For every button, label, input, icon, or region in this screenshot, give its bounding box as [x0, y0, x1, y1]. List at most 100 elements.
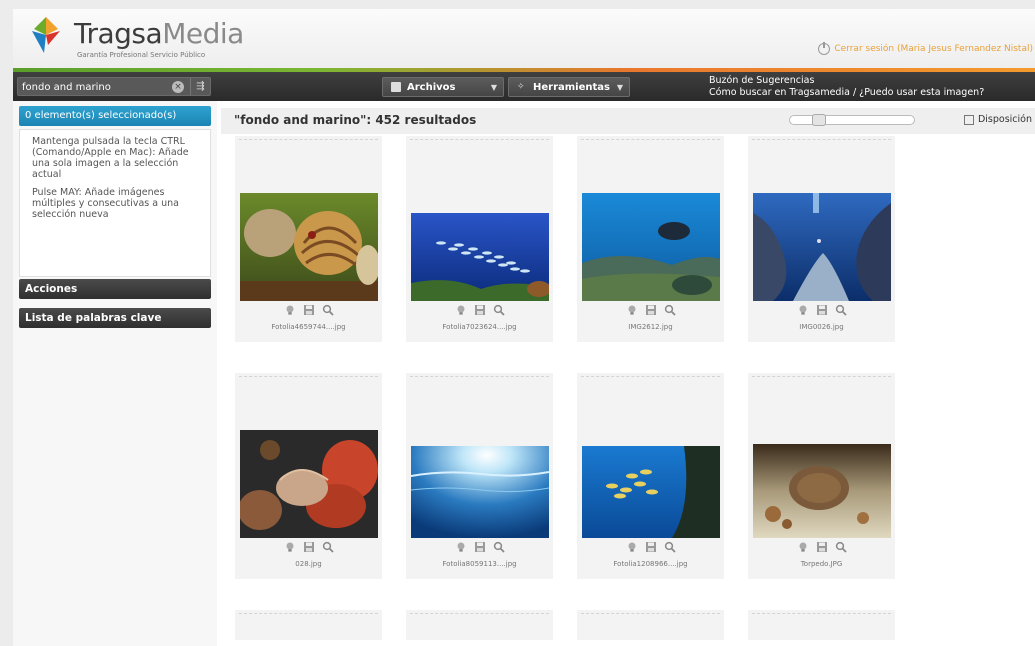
chevron-down-icon: ▼: [490, 83, 497, 92]
save-icon[interactable]: [645, 304, 657, 316]
zoom-icon[interactable]: [664, 541, 676, 553]
help-ctrl-text: Mantenga pulsada la tecla CTRL (Comando/…: [32, 136, 189, 180]
lightbulb-icon[interactable]: [455, 304, 467, 316]
card-actions: [748, 541, 895, 555]
results-title: "fondo and marino": 452 resultados: [234, 113, 477, 127]
result-card[interactable]: Fotolia7023624....jpg: [406, 136, 553, 342]
lightbulb-icon[interactable]: [797, 541, 809, 553]
results-header: "fondo and marino": 452 resultados Dispo…: [221, 108, 1035, 134]
result-card[interactable]: Fotolia1208966....jpg: [577, 373, 724, 579]
result-thumbnail[interactable]: [411, 213, 549, 301]
brand-name-part1: Tragsa: [74, 17, 163, 50]
card-actions: [577, 541, 724, 555]
tragsa-logo-icon: [32, 17, 60, 53]
save-icon[interactable]: [303, 541, 315, 553]
result-card[interactable]: IMG0026.jpg: [748, 136, 895, 342]
selection-count-badge[interactable]: 0 elemento(s) seleccionado(s): [19, 106, 211, 126]
result-card-placeholder[interactable]: [577, 610, 724, 640]
logout-link[interactable]: Cerrar sesión (Maria Jesus Fernandez Nis…: [818, 42, 1033, 55]
lightbulb-icon[interactable]: [284, 541, 296, 553]
file-icon: [391, 82, 401, 92]
zoom-icon[interactable]: [493, 541, 505, 553]
result-card-placeholder[interactable]: [235, 610, 382, 640]
lightbulb-icon[interactable]: [626, 541, 638, 553]
card-actions: [235, 304, 382, 318]
actions-panel-button[interactable]: Acciones: [19, 279, 211, 299]
save-icon[interactable]: [645, 541, 657, 553]
save-icon[interactable]: [816, 541, 828, 553]
layout-button[interactable]: Disposición: [963, 114, 1032, 125]
search-help-link[interactable]: Cómo buscar en Tragsamedia: [709, 87, 850, 98]
image-usage-link[interactable]: ¿Puedo usar esta imagen?: [859, 87, 984, 98]
result-thumbnail[interactable]: [582, 193, 720, 301]
top-toolbar: × ⇶ Archivos ▼ ✧ Herramientas ▼ Buzón de…: [13, 72, 1035, 101]
link-separator: /: [849, 87, 860, 98]
brand-name[interactable]: TragsaMedia: [74, 19, 244, 49]
result-filename: Fotolia8059113....jpg: [442, 560, 517, 568]
logout-text: Cerrar sesión (Maria Jesus Fernandez Nis…: [834, 44, 1033, 54]
herramientas-label: Herramientas: [533, 81, 610, 93]
tools-icon: ✧: [517, 82, 525, 92]
result-card[interactable]: Fotolia8059113....jpg: [406, 373, 553, 579]
result-card[interactable]: 028.jpg: [235, 373, 382, 579]
keywords-panel-button[interactable]: Lista de palabras clave: [19, 308, 211, 328]
lightbulb-icon[interactable]: [455, 541, 467, 553]
zoom-icon[interactable]: [493, 304, 505, 316]
result-filename: IMG0026.jpg: [799, 323, 844, 331]
lightbulb-icon[interactable]: [797, 304, 809, 316]
herramientas-menu-button[interactable]: ✧ Herramientas ▼: [508, 77, 630, 97]
results-grid: Fotolia4659744....jpg Fotolia7023624....j…: [235, 136, 1035, 646]
chevron-down-icon: ▼: [616, 83, 623, 92]
save-icon[interactable]: [474, 304, 486, 316]
lightbulb-icon[interactable]: [626, 304, 638, 316]
result-filename: Fotolia1208966....jpg: [613, 560, 688, 568]
result-thumbnail[interactable]: [753, 193, 891, 301]
card-actions: [235, 541, 382, 555]
result-card-placeholder[interactable]: [406, 610, 553, 640]
card-actions: [577, 304, 724, 318]
layout-label: Disposición: [977, 114, 1032, 125]
archivos-label: Archivos: [407, 81, 456, 93]
zoom-icon[interactable]: [664, 304, 676, 316]
thumbnail-size-slider[interactable]: [789, 114, 915, 126]
search-input[interactable]: [22, 80, 162, 94]
layout-icon: [963, 114, 974, 125]
zoom-icon[interactable]: [835, 304, 847, 316]
result-filename: Fotolia4659744....jpg: [271, 323, 346, 331]
slider-handle[interactable]: [812, 114, 826, 126]
result-card-placeholder[interactable]: [748, 610, 895, 640]
save-icon[interactable]: [303, 304, 315, 316]
help-shift-text: Pulse MAY: Añade imágenes múltiples y co…: [32, 187, 179, 220]
result-filename: Fotolia7023624....jpg: [442, 323, 517, 331]
result-thumbnail[interactable]: [411, 446, 549, 538]
result-filename: Torpedo.JPG: [800, 560, 843, 568]
header: TragsaMedia Garantía Profesional Servici…: [13, 9, 1035, 68]
result-card[interactable]: IMG2612.jpg: [577, 136, 724, 342]
lightbulb-icon[interactable]: [284, 304, 296, 316]
result-thumbnail[interactable]: [240, 193, 378, 301]
app-window: TragsaMedia Garantía Profesional Servici…: [13, 9, 1035, 646]
result-filename: 028.jpg: [295, 560, 322, 568]
result-card[interactable]: Fotolia4659744....jpg: [235, 136, 382, 342]
search-submit-icon[interactable]: ⇶: [190, 78, 210, 95]
result-card[interactable]: Torpedo.JPG: [748, 373, 895, 579]
archivos-menu-button[interactable]: Archivos ▼: [382, 77, 504, 97]
card-actions: [748, 304, 895, 318]
zoom-icon[interactable]: [835, 541, 847, 553]
brand-name-part2: Media: [162, 17, 244, 50]
search-box: × ⇶: [17, 77, 211, 96]
save-icon[interactable]: [474, 541, 486, 553]
save-icon[interactable]: [816, 304, 828, 316]
card-actions: [406, 541, 553, 555]
clear-search-icon[interactable]: ×: [172, 81, 184, 93]
zoom-icon[interactable]: [322, 541, 334, 553]
help-links: Buzón de Sugerencias Cómo buscar en Trag…: [709, 75, 984, 99]
result-thumbnail[interactable]: [240, 430, 378, 538]
suggestions-link[interactable]: Buzón de Sugerencias: [709, 75, 984, 87]
result-thumbnail[interactable]: [582, 446, 720, 538]
selection-help-box: Mantenga pulsada la tecla CTRL (Comando/…: [19, 129, 211, 277]
result-thumbnail[interactable]: [753, 444, 891, 538]
zoom-icon[interactable]: [322, 304, 334, 316]
sidebar: 0 elemento(s) seleccionado(s) Mantenga p…: [13, 101, 217, 646]
brand-tagline: Garantía Profesional Servicio Público: [77, 51, 206, 59]
